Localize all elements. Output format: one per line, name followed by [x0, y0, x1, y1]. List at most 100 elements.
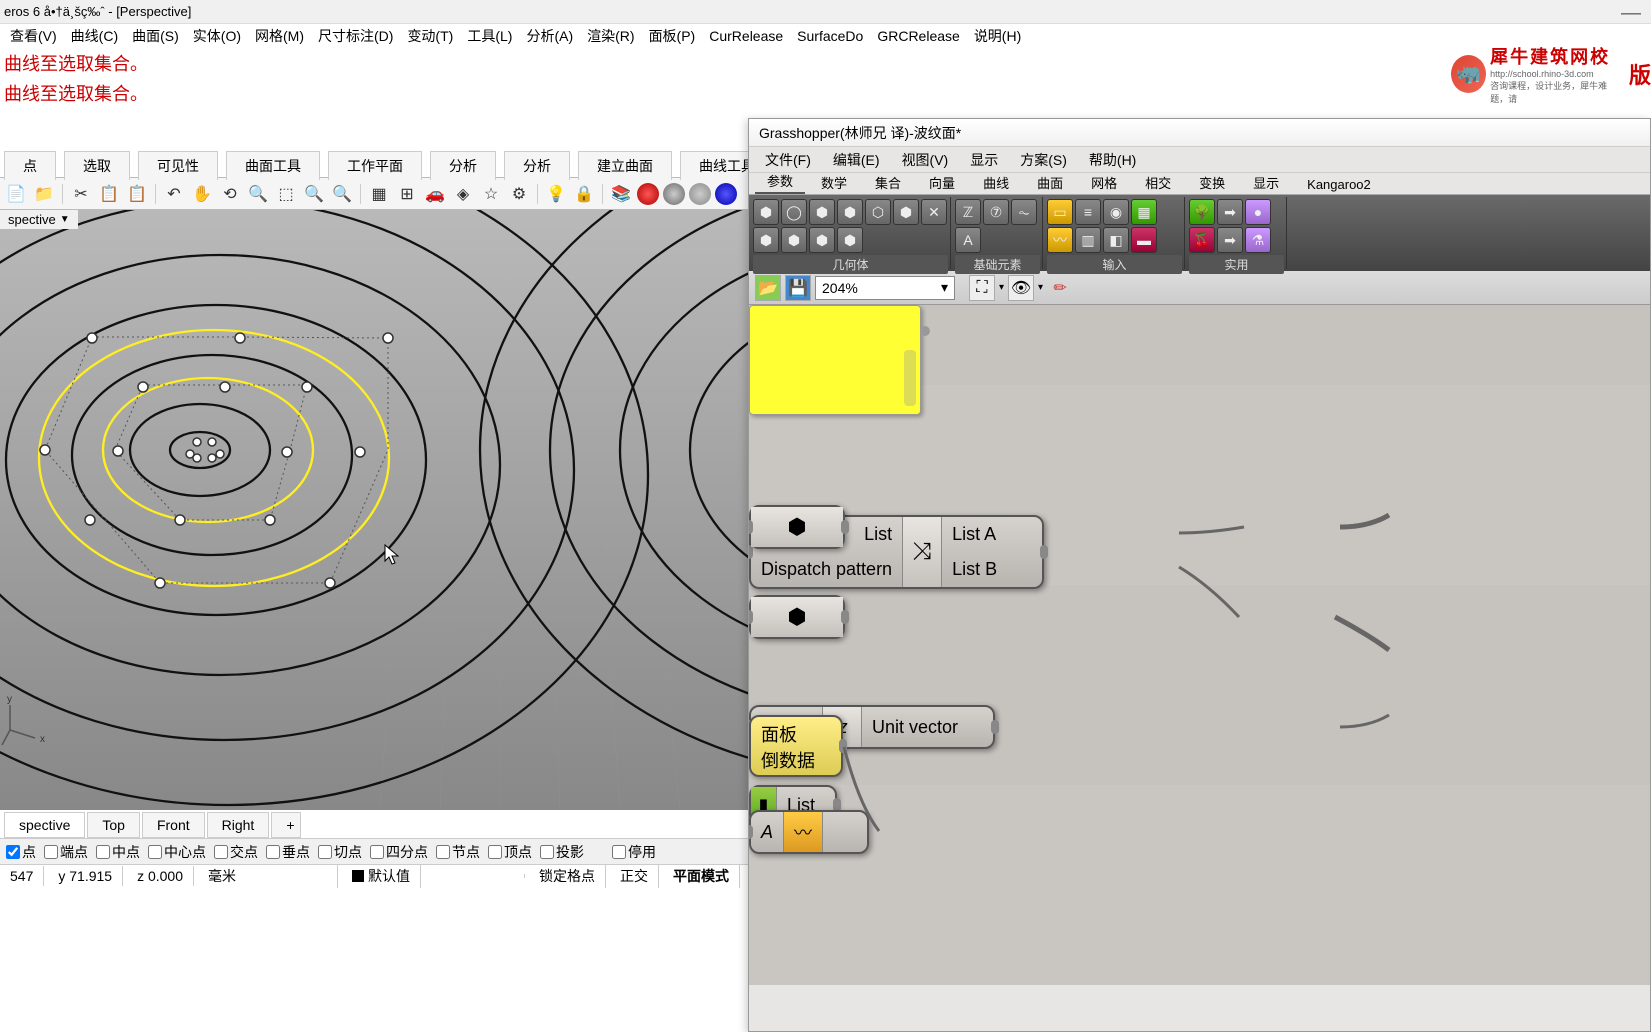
- gh-dispatch-out-a[interactable]: List A: [942, 520, 1007, 549]
- gh-group-input[interactable]: 输入: [1047, 255, 1182, 274]
- gh-tab-maths[interactable]: 数学: [809, 171, 859, 194]
- light-icon[interactable]: 💡: [544, 182, 568, 206]
- osnap-tan[interactable]: 切点: [318, 842, 362, 862]
- gh-zoom-select[interactable]: 204%▾: [815, 276, 955, 300]
- paste-icon[interactable]: 📋: [125, 182, 149, 206]
- material-red-icon[interactable]: [637, 183, 659, 205]
- osnap-knot[interactable]: 节点: [436, 842, 480, 862]
- menu-curve[interactable]: 曲线(C): [65, 24, 124, 48]
- menu-render[interactable]: 渲染(R): [581, 24, 640, 48]
- gh-ribbon-icon[interactable]: ⬡: [865, 199, 891, 225]
- menu-analyze[interactable]: 分析(A): [520, 24, 579, 48]
- pan-icon[interactable]: ✋: [190, 182, 214, 206]
- lock-icon[interactable]: 🔒: [572, 182, 596, 206]
- osnap-project[interactable]: 投影: [540, 842, 584, 862]
- cut-icon[interactable]: ✂: [69, 182, 93, 206]
- menu-surface[interactable]: 曲面(S): [126, 24, 185, 48]
- osnap-quad[interactable]: 四分点: [370, 842, 428, 862]
- zoom-selected-icon[interactable]: 🔍: [330, 182, 354, 206]
- gh-ribbon-icon[interactable]: ▦: [1131, 199, 1157, 225]
- gh-menu-solution[interactable]: 方案(S): [1010, 148, 1077, 172]
- menu-solid[interactable]: 实体(O): [187, 24, 247, 48]
- vtab-right[interactable]: Right: [207, 812, 270, 838]
- menu-help[interactable]: 说明(H): [968, 24, 1027, 48]
- gh-group-util[interactable]: 实用: [1189, 255, 1284, 274]
- osnap-perp[interactable]: 垂点: [266, 842, 310, 862]
- menu-dimension[interactable]: 尺寸标注(D): [312, 24, 399, 48]
- gh-tab-mesh[interactable]: 网格: [1079, 171, 1129, 194]
- tab-point[interactable]: 点: [4, 151, 56, 180]
- gh-ribbon-icon[interactable]: ◧: [1103, 227, 1129, 253]
- material-blue-icon[interactable]: [715, 183, 737, 205]
- osnap-point[interactable]: 点: [6, 842, 36, 862]
- gh-ribbon-icon[interactable]: ⬢: [837, 227, 863, 253]
- vtab-add[interactable]: +: [271, 812, 301, 838]
- tab-cplane[interactable]: 工作平面: [328, 151, 422, 180]
- gh-panel-component[interactable]: [749, 305, 921, 415]
- gh-ribbon-icon[interactable]: ⬢: [753, 227, 779, 253]
- gh-ribbon-icon[interactable]: ▬: [1131, 227, 1157, 253]
- options-icon[interactable]: ⚙: [507, 182, 531, 206]
- tab-surface-tools[interactable]: 曲面工具: [226, 151, 320, 180]
- gh-comp-partial[interactable]: A 〰: [749, 810, 869, 854]
- menu-mesh[interactable]: 网格(M): [249, 24, 310, 48]
- gh-ribbon-icon[interactable]: ⬢: [753, 199, 779, 225]
- car-icon[interactable]: 🚗: [423, 182, 447, 206]
- gh-sketch-icon[interactable]: ✏: [1047, 275, 1073, 301]
- 4view-icon[interactable]: ⊞: [395, 182, 419, 206]
- gh-preview-icon[interactable]: 👁: [1008, 275, 1034, 301]
- gh-ribbon-icon[interactable]: ⬢: [893, 199, 919, 225]
- viewport-label[interactable]: spective ▼: [0, 210, 78, 229]
- gh-ribbon-icon[interactable]: ◯: [781, 199, 807, 225]
- osnap-disable[interactable]: 停用: [612, 842, 656, 862]
- vtab-perspective[interactable]: spective: [4, 812, 85, 838]
- viewport-dropdown-icon[interactable]: ▼: [60, 214, 70, 225]
- gh-menu-help[interactable]: 帮助(H): [1079, 148, 1146, 172]
- gh-ribbon-icon[interactable]: ≡: [1075, 199, 1101, 225]
- vtab-front[interactable]: Front: [142, 812, 205, 838]
- menu-grcrelease[interactable]: GRCRelease: [871, 26, 965, 46]
- osnap-cen[interactable]: 中心点: [148, 842, 206, 862]
- rotate-icon[interactable]: ⟲: [218, 182, 242, 206]
- gh-tab-intersect[interactable]: 相交: [1133, 171, 1183, 194]
- gh-curve-param-1[interactable]: ⬢: [749, 505, 845, 549]
- tab-analyze2[interactable]: 分析: [504, 151, 570, 180]
- menu-tools[interactable]: 工具(L): [461, 24, 518, 48]
- undo-icon[interactable]: ↶: [162, 182, 186, 206]
- gh-ribbon-icon[interactable]: A: [955, 227, 981, 253]
- zoom-in-icon[interactable]: 🔍: [246, 182, 270, 206]
- gh-ribbon-icon[interactable]: ⬢: [837, 199, 863, 225]
- zoom-extents-icon[interactable]: 🔍: [302, 182, 326, 206]
- gh-group-geometry[interactable]: 几何体: [753, 255, 948, 274]
- viewport-canvas[interactable]: x y: [0, 210, 760, 810]
- gh-ribbon-icon[interactable]: 🍒: [1189, 227, 1215, 253]
- menu-transform[interactable]: 变动(T): [401, 24, 459, 48]
- grasshopper-window[interactable]: Grasshopper(林师兄 译)-波纹面* 文件(F) 编辑(E) 视图(V…: [748, 118, 1651, 1032]
- gh-open-icon[interactable]: 📂: [755, 275, 781, 301]
- gh-tab-transform[interactable]: 变换: [1187, 171, 1237, 194]
- gh-ribbon-icon[interactable]: ⚗: [1245, 227, 1271, 253]
- gh-ribbon-icon[interactable]: ▥: [1075, 227, 1101, 253]
- tab-select[interactable]: 选取: [64, 151, 130, 180]
- status-gridsnap[interactable]: 锁定格点: [529, 864, 606, 888]
- gh-menu-edit[interactable]: 编辑(E): [823, 148, 890, 172]
- gh-tab-kangaroo[interactable]: Kangaroo2: [1295, 175, 1383, 194]
- gh-menu-display[interactable]: 显示: [960, 148, 1008, 172]
- layers2-icon[interactable]: 📚: [609, 182, 633, 206]
- osnap-vertex[interactable]: 顶点: [488, 842, 532, 862]
- tab-visibility[interactable]: 可见性: [138, 151, 218, 180]
- gh-ribbon-icon[interactable]: 〰: [1047, 227, 1073, 253]
- gh-ribbon-icon[interactable]: ⬢: [809, 199, 835, 225]
- osnap-mid[interactable]: 中点: [96, 842, 140, 862]
- gh-menu-file[interactable]: 文件(F): [755, 148, 821, 172]
- status-ortho[interactable]: 正交: [610, 864, 659, 888]
- gh-ribbon-icon[interactable]: ⬢: [781, 227, 807, 253]
- cplane-icon[interactable]: ◈: [451, 182, 475, 206]
- gh-ribbon-icon[interactable]: 🌳: [1189, 199, 1215, 225]
- tab-analyze1[interactable]: 分析: [430, 151, 496, 180]
- layers-icon[interactable]: ▦: [367, 182, 391, 206]
- material-gray2-icon[interactable]: [689, 183, 711, 205]
- gh-tab-display[interactable]: 显示: [1241, 171, 1291, 194]
- gh-tab-sets[interactable]: 集合: [863, 171, 913, 194]
- menu-surfacedo[interactable]: SurfaceDo: [791, 26, 869, 46]
